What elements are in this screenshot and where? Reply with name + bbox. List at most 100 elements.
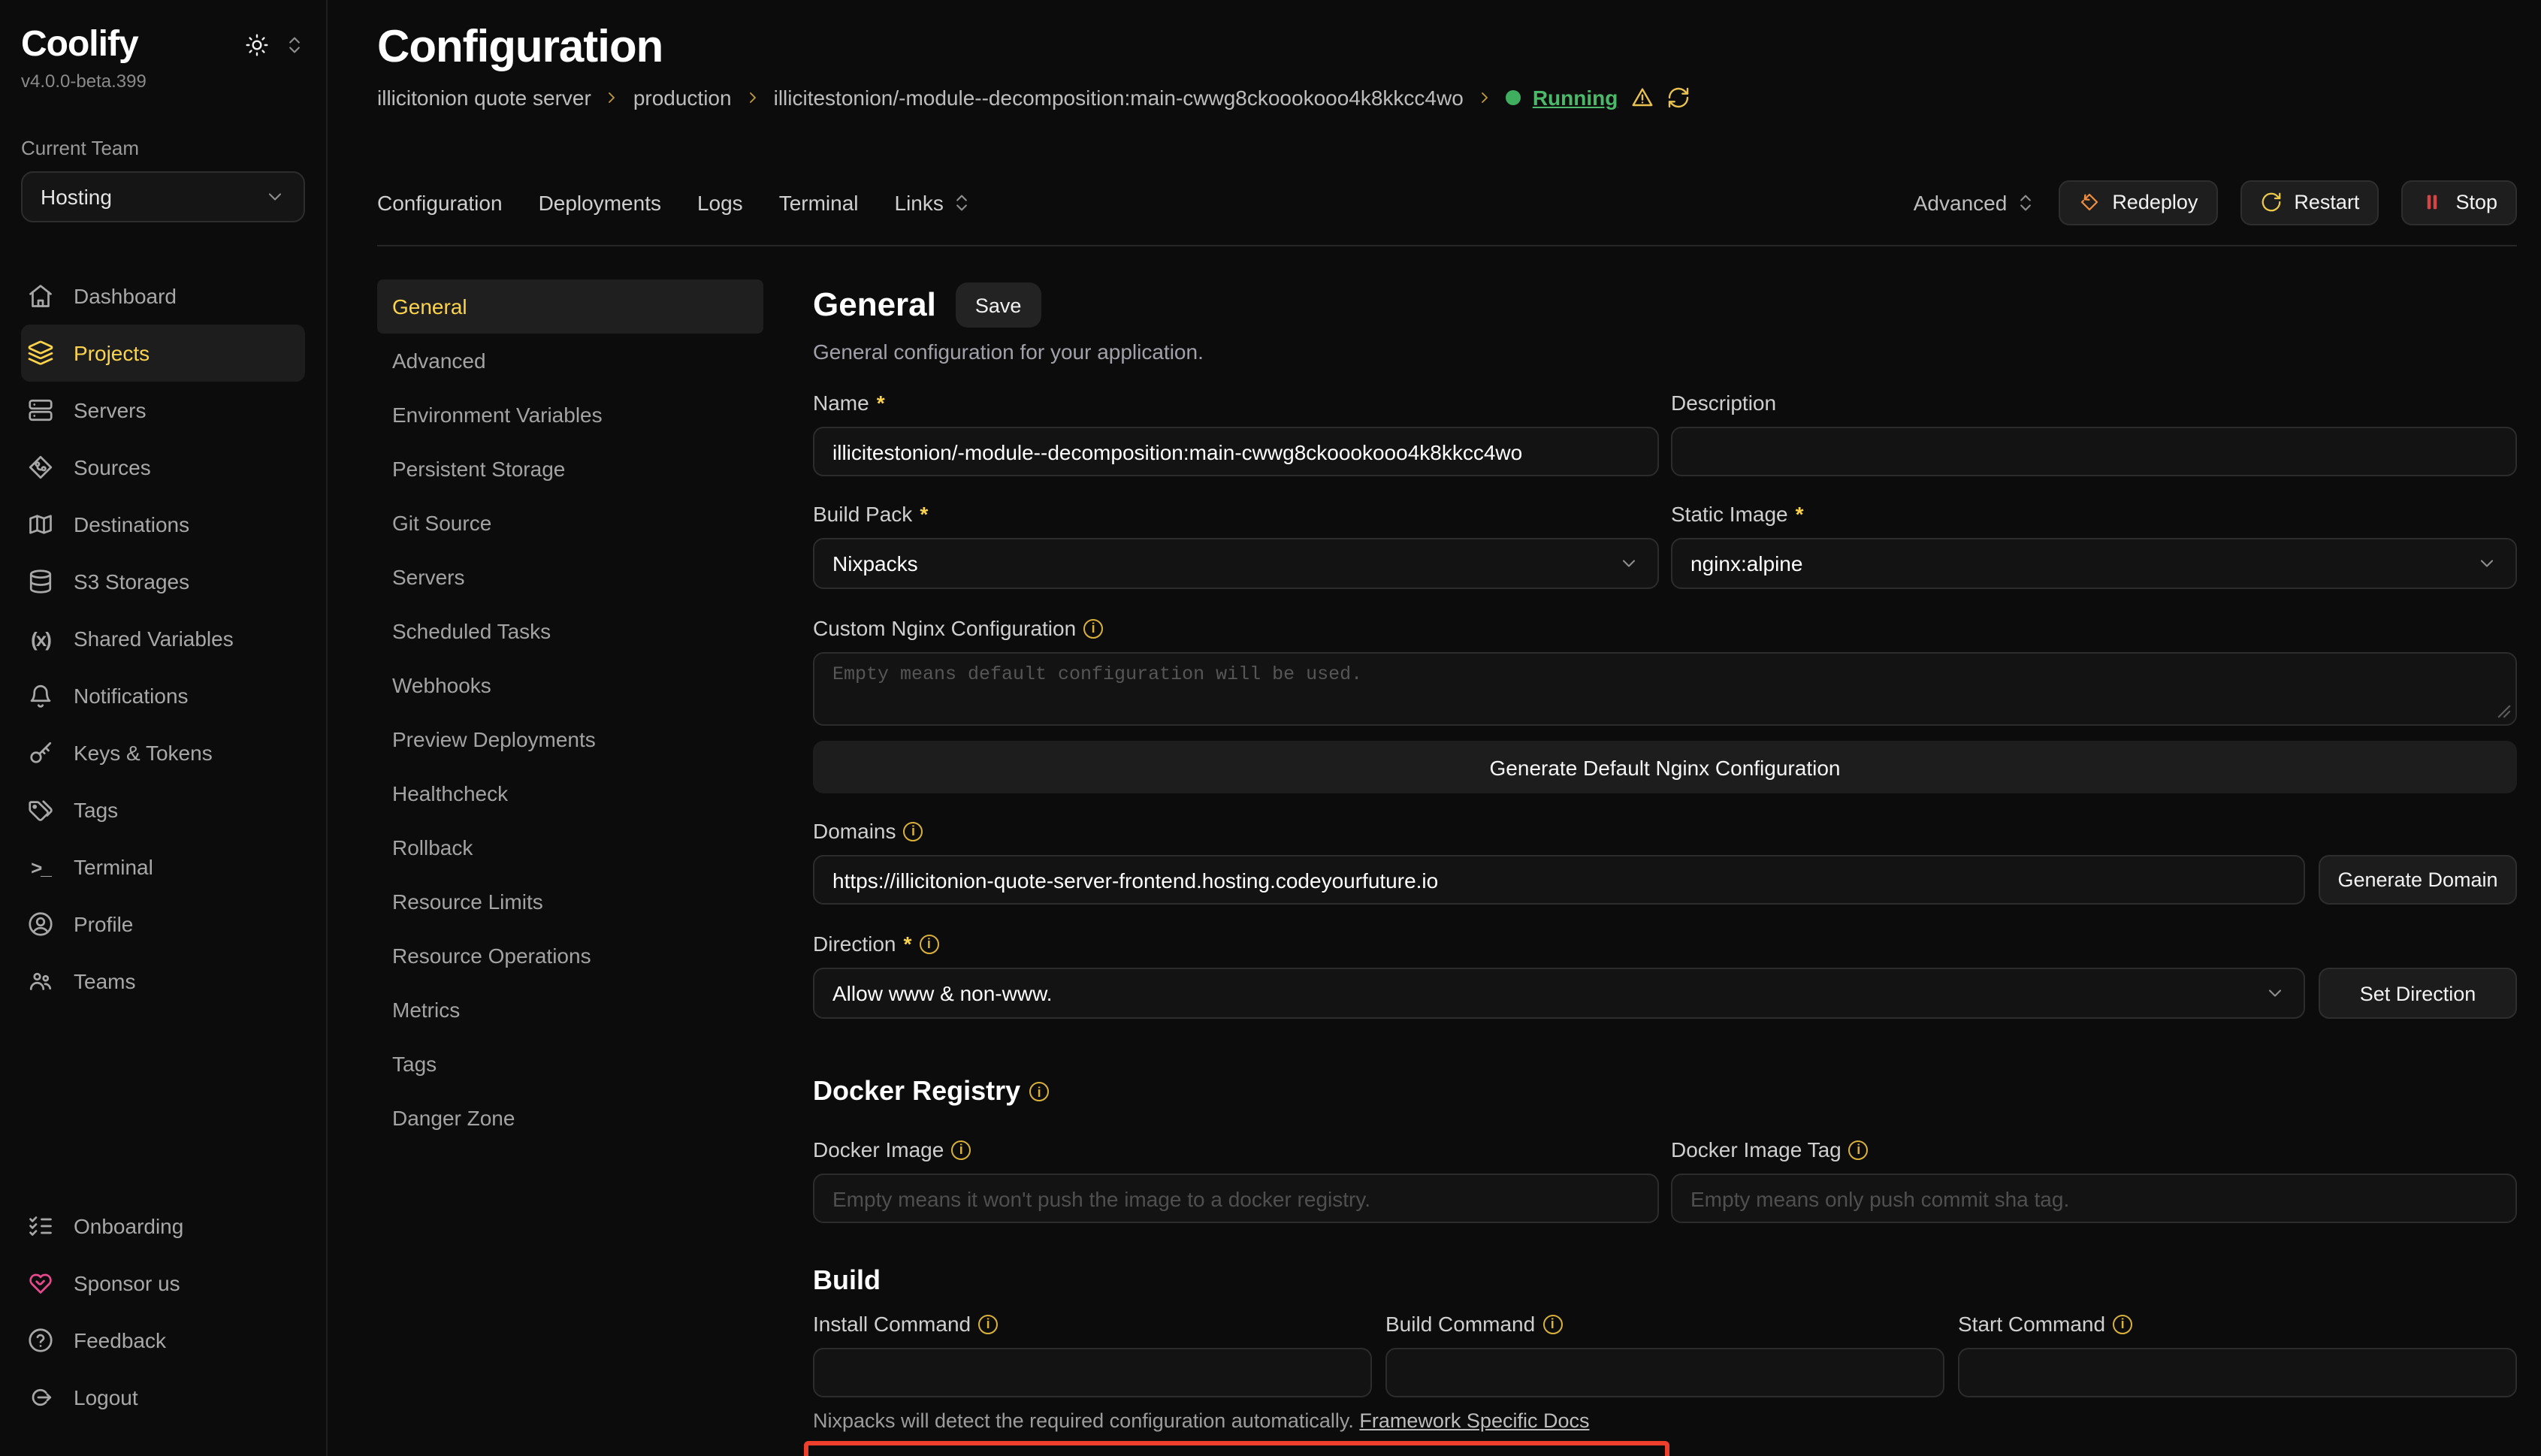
subnav-item-rollback[interactable]: Rollback <box>377 821 763 875</box>
nixpacks-note-text: Nixpacks will detect the required config… <box>813 1410 1354 1433</box>
subnav-item-resource-operations[interactable]: Resource Operations <box>377 929 763 983</box>
sidebar-item-profile[interactable]: Profile <box>21 896 305 953</box>
save-button[interactable]: Save <box>956 283 1041 328</box>
subnav-item-healthcheck[interactable]: Healthcheck <box>377 767 763 821</box>
tab-label: Links <box>895 190 944 214</box>
build-pack-select[interactable]: Nixpacks <box>813 539 1659 590</box>
name-input[interactable] <box>813 427 1659 477</box>
direction-select[interactable]: Allow www & non-www. <box>813 968 2305 1020</box>
subnav-item-servers[interactable]: Servers <box>377 551 763 605</box>
sidebar-item-feedback[interactable]: Feedback <box>21 1312 305 1369</box>
subnav-item-tags[interactable]: Tags <box>377 1038 763 1092</box>
static-image-select[interactable]: nginx:alpine <box>1671 539 2517 590</box>
generate-nginx-button[interactable]: Generate Default Nginx Configuration <box>813 742 2517 794</box>
tab-links[interactable]: Links <box>895 190 972 214</box>
sidebar-item-shared-variables[interactable]: (x) Shared Variables <box>21 610 305 667</box>
tab-deployments[interactable]: Deployments <box>539 190 661 214</box>
breadcrumb-project[interactable]: illicitonion quote server <box>377 86 591 110</box>
stop-button[interactable]: Stop <box>2401 180 2517 225</box>
build-pack-value: Nixpacks <box>832 552 918 576</box>
description-input[interactable] <box>1671 427 2517 477</box>
resize-handle-icon[interactable] <box>2497 705 2511 719</box>
annotation-highlight-box <box>804 1442 1669 1456</box>
key-icon <box>27 739 54 766</box>
team-select-value: Hosting <box>41 185 112 209</box>
name-label: Name <box>813 391 869 415</box>
subnav-item-webhooks[interactable]: Webhooks <box>377 659 763 713</box>
sidebar-item-destinations[interactable]: Destinations <box>21 496 305 553</box>
section-heading: General <box>813 286 936 325</box>
sidebar-item-s3-storages[interactable]: S3 Storages <box>21 553 305 610</box>
restart-icon <box>2259 191 2282 213</box>
sidebar-item-servers[interactable]: Servers <box>21 382 305 439</box>
subnav-item-danger-zone[interactable]: Danger Zone <box>377 1092 763 1146</box>
sidebar-item-dashboard[interactable]: Dashboard <box>21 267 305 325</box>
git-source-icon <box>27 454 54 481</box>
sidebar-item-tags[interactable]: Tags <box>21 781 305 838</box>
reload-icon[interactable] <box>1666 86 1690 110</box>
subnav-item-metrics[interactable]: Metrics <box>377 983 763 1038</box>
build-pack-label: Build Pack <box>813 503 912 527</box>
nixpacks-note: Nixpacks will detect the required config… <box>813 1410 2517 1433</box>
install-command-input[interactable] <box>813 1349 1372 1398</box>
chevrons-up-down-icon <box>2014 192 2035 213</box>
chevron-down-icon <box>2476 554 2497 575</box>
sidebar-item-keys-tokens[interactable]: Keys & Tokens <box>21 724 305 781</box>
sidebar-item-sponsor-us[interactable]: Sponsor us <box>21 1255 305 1312</box>
tab-terminal[interactable]: Terminal <box>779 190 859 214</box>
docker-registry-heading: Docker Registry <box>813 1077 1020 1108</box>
breadcrumb-environment[interactable]: production <box>633 86 732 110</box>
subnav-item-persistent-storage[interactable]: Persistent Storage <box>377 443 763 497</box>
breadcrumb-resource[interactable]: illicitestonion/-module--decomposition:m… <box>774 86 1464 110</box>
set-direction-button[interactable]: Set Direction <box>2319 968 2517 1020</box>
custom-nginx-textarea[interactable] <box>813 653 2517 726</box>
current-team-label: Current Team <box>21 137 305 159</box>
chevron-right-icon <box>603 89 621 107</box>
sidebar-item-onboarding[interactable]: Onboarding <box>21 1198 305 1255</box>
redeploy-button[interactable]: Redeploy <box>2058 180 2217 225</box>
tab-logs[interactable]: Logs <box>697 190 743 214</box>
start-command-label: Start Command <box>1958 1313 2105 1337</box>
chevron-right-icon <box>1476 89 1494 107</box>
redeploy-label: Redeploy <box>2112 191 2198 213</box>
terminal-icon: >_ <box>27 856 54 878</box>
sidebar-item-logout[interactable]: Logout <box>21 1369 305 1426</box>
docker-image-input[interactable] <box>813 1174 1659 1224</box>
subnav-item-advanced[interactable]: Advanced <box>377 334 763 388</box>
sidebar-item-notifications[interactable]: Notifications <box>21 667 305 724</box>
restart-button[interactable]: Restart <box>2240 180 2379 225</box>
theme-sun-icon[interactable] <box>245 33 269 57</box>
info-icon: i <box>919 935 938 954</box>
warning-triangle-icon[interactable] <box>1630 86 1654 110</box>
advanced-dropdown[interactable]: Advanced <box>1914 190 2036 214</box>
tab-bar: Configuration Deployments Logs Terminal … <box>377 180 2517 225</box>
sidebar-item-label: Profile <box>74 912 133 936</box>
stop-pause-icon <box>2421 191 2443 213</box>
subnav-item-git-source[interactable]: Git Source <box>377 497 763 551</box>
subnav-item-resource-limits[interactable]: Resource Limits <box>377 875 763 929</box>
install-command-label: Install Command <box>813 1313 971 1337</box>
subnav-item-scheduled-tasks[interactable]: Scheduled Tasks <box>377 605 763 659</box>
sidebar-item-label: Shared Variables <box>74 627 234 651</box>
tab-configuration[interactable]: Configuration <box>377 190 503 214</box>
start-command-input[interactable] <box>1958 1349 2517 1398</box>
theme-selector-chevrons-icon[interactable] <box>284 35 305 56</box>
main-area: Configuration illicitonion quote server … <box>328 0 2541 1456</box>
sidebar-item-teams[interactable]: Teams <box>21 953 305 1010</box>
framework-docs-link[interactable]: Framework Specific Docs <box>1359 1410 1589 1433</box>
sidebar-item-projects[interactable]: Projects <box>21 325 305 382</box>
build-command-input[interactable] <box>1385 1349 1944 1398</box>
subnav-item-environment-variables[interactable]: Environment Variables <box>377 388 763 443</box>
static-image-label: Static Image <box>1671 503 1788 527</box>
general-form: General Save General configuration for y… <box>813 280 2517 1456</box>
subnav-item-preview-deployments[interactable]: Preview Deployments <box>377 713 763 767</box>
docker-image-tag-input[interactable] <box>1671 1174 2517 1224</box>
subnav-item-general[interactable]: General <box>377 280 763 334</box>
sidebar-item-terminal[interactable]: >_ Terminal <box>21 838 305 896</box>
team-select[interactable]: Hosting <box>21 171 305 222</box>
generate-domain-button[interactable]: Generate Domain <box>2319 856 2517 905</box>
domains-input[interactable] <box>813 856 2305 905</box>
shared-variables-icon: (x) <box>27 627 54 650</box>
status-badge[interactable]: Running <box>1533 86 1618 110</box>
sidebar-item-sources[interactable]: Sources <box>21 439 305 496</box>
